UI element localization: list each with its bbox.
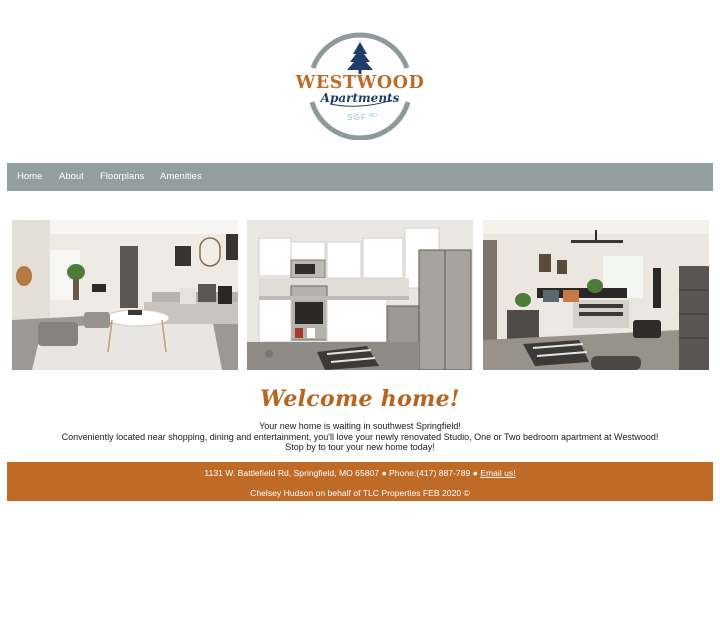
logo-emblem: WESTWOOD Apartments SGF MO [295, 32, 425, 141]
westwood-logo[interactable]: WESTWOOD Apartments SGF MO [280, 28, 440, 141]
footer-contact: 1131 W. Battlefield Rd, Springfield, MO … [7, 468, 713, 478]
bedroom-photo [483, 220, 709, 370]
logo-name: WESTWOOD [295, 73, 425, 93]
welcome-heading: Welcome home! [260, 386, 460, 412]
welcome-line-3: Stop by to tour your new home today! [285, 442, 435, 452]
main-nav: Home About Floorplans Amenities [7, 163, 713, 191]
logo-location: SGF [347, 113, 366, 122]
nav-home[interactable]: Home [17, 163, 42, 191]
page: WESTWOOD Apartments SGF MO Home About Fl… [0, 0, 720, 630]
logo-subtitle: Apartments [320, 91, 400, 105]
footer: 1131 W. Battlefield Rd, Springfield, MO … [7, 462, 713, 501]
email-us-link[interactable]: Email us! [480, 468, 515, 478]
nav-amenities[interactable]: Amenities [160, 163, 202, 191]
pine-tree-icon [347, 42, 373, 74]
welcome-line-2: Conveniently located near shopping, dini… [61, 431, 659, 442]
footer-credit: Chelsey Hudson on behalf of TLC Properti… [250, 488, 470, 498]
logo-state: MO [369, 113, 377, 119]
nav-floorplans[interactable]: Floorplans [100, 163, 144, 191]
welcome-line-1: Your new home is waiting in southwest Sp… [259, 421, 461, 431]
footer-address-phone: 1131 W. Battlefield Rd, Springfield, MO … [204, 468, 478, 478]
nav-about[interactable]: About [59, 163, 84, 191]
kitchen-photo [247, 220, 473, 370]
living-room-photo [12, 220, 238, 370]
welcome-text: Your new home is waiting in southwest Sp… [0, 421, 720, 453]
